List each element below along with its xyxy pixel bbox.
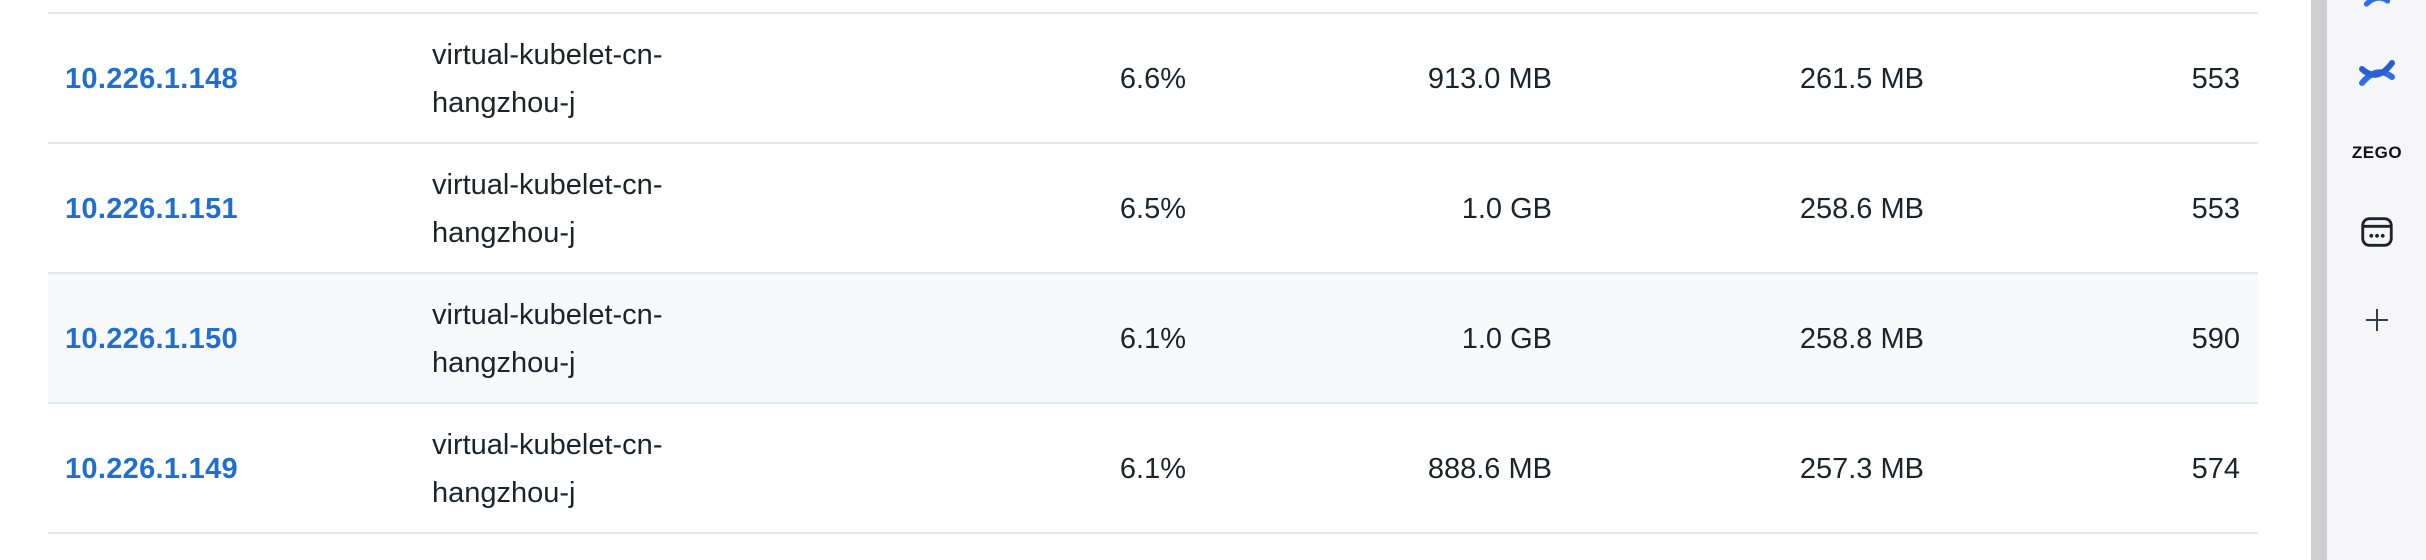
pod-ip-link[interactable]: 10.226.1.150 <box>65 315 238 363</box>
cpu-usage: 6.1% <box>1119 453 1186 485</box>
memory-usage: 888.6 MB <box>1427 453 1552 485</box>
memory-usage: 913.0 MB <box>1427 63 1552 95</box>
calendar-chat-icon[interactable] <box>2357 212 2397 252</box>
node-name: virtual-kubelet-cn- hangzhou-j <box>432 169 663 249</box>
pod-ip-link[interactable]: 10.226.1.148 <box>65 55 238 103</box>
rss-usage: 258.8 MB <box>1799 323 1924 355</box>
table-row[interactable]: 10.226.1.148 virtual-kubelet-cn- hangzho… <box>48 14 2258 144</box>
node-name: virtual-kubelet-cn- hangzhou-j <box>432 299 663 379</box>
table-row[interactable]: 10.226.1.151 virtual-kubelet-cn- hangzho… <box>48 144 2258 274</box>
pod-ip-link[interactable]: 10.226.1.149 <box>65 445 238 493</box>
rss-usage: 261.5 MB <box>1799 63 1924 95</box>
scrollbar[interactable] <box>2311 0 2327 560</box>
count-value: 590 <box>2191 323 2240 355</box>
node-name: virtual-kubelet-cn- hangzhou-j <box>432 429 663 509</box>
cpu-usage: 6.1% <box>1119 323 1186 355</box>
confluence-icon[interactable] <box>2357 53 2397 93</box>
pod-ip-link[interactable]: 10.226.1.151 <box>65 185 238 233</box>
table-row[interactable]: 10.226.1.149 virtual-kubelet-cn- hangzho… <box>48 404 2258 534</box>
node-name: virtual-kubelet-cn- hangzhou-j <box>432 39 663 119</box>
plus-icon[interactable] <box>2357 300 2397 340</box>
right-sidebar: ZEGO <box>2327 0 2426 560</box>
memory-usage: 1.0 GB <box>1461 323 1552 355</box>
count-value: 553 <box>2191 193 2240 225</box>
cpu-usage: 6.5% <box>1119 193 1186 225</box>
count-value: 553 <box>2191 63 2240 95</box>
table-row[interactable]: 10.226.1.150 virtual-kubelet-cn- hangzho… <box>48 274 2258 404</box>
rss-usage: 257.3 MB <box>1799 453 1924 485</box>
pods-table: 10.226.1.148 virtual-kubelet-cn- hangzho… <box>48 0 2258 560</box>
memory-usage: 1.0 GB <box>1461 193 1552 225</box>
zego-logo[interactable]: ZEGO <box>2352 133 2402 173</box>
confluence-icon-partial[interactable] <box>2357 0 2397 18</box>
count-value: 574 <box>2191 453 2240 485</box>
cpu-usage: 6.6% <box>1119 63 1186 95</box>
rss-usage: 258.6 MB <box>1799 193 1924 225</box>
